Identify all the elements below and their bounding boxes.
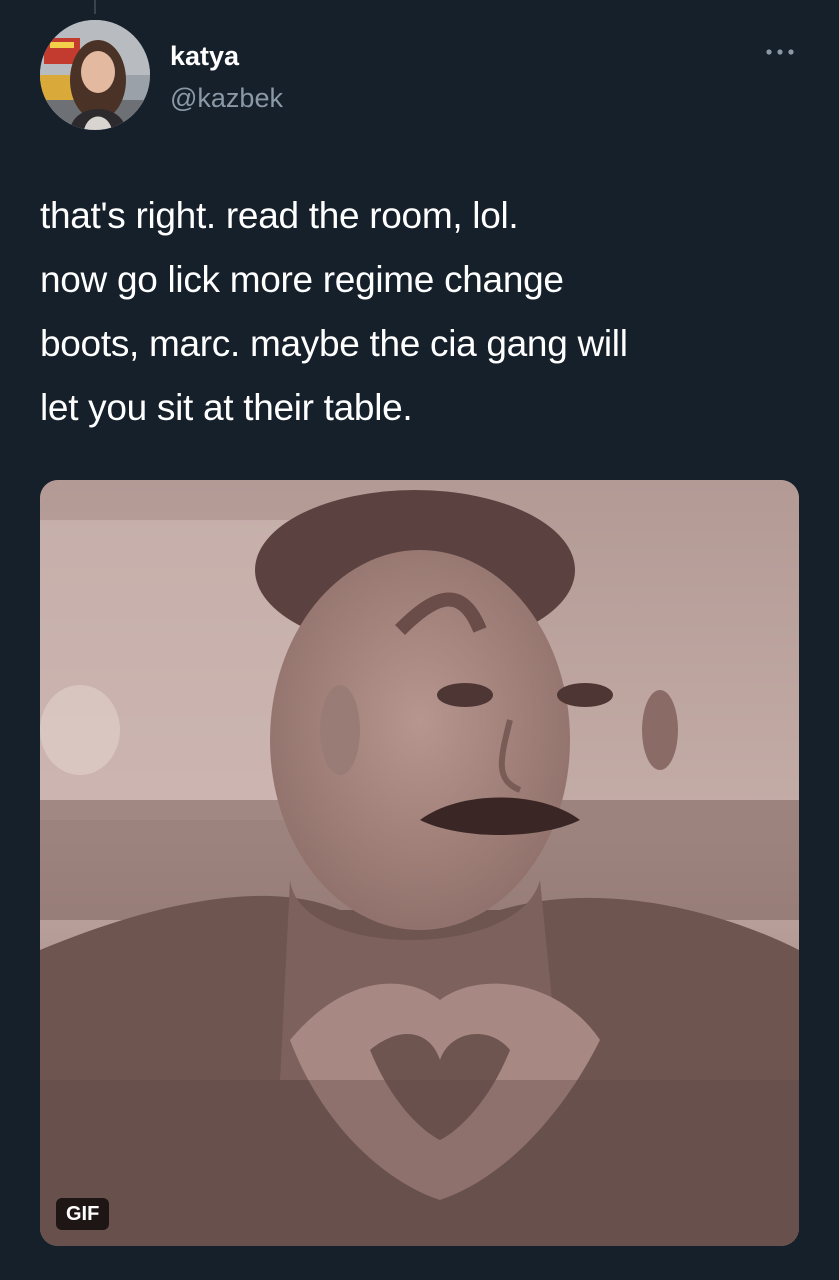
tweet-text: that's right. read the room, lol. now go… [40, 184, 810, 440]
tweet-text-line: now go lick more regime change [40, 259, 564, 300]
thread-connector-line [94, 0, 96, 14]
author-display-name[interactable]: katya [170, 40, 239, 72]
author-handle[interactable]: @kazbek [170, 82, 283, 114]
gif-badge: GIF [56, 1198, 110, 1230]
tweet-text-line: boots, marc. maybe the cia gang will [40, 323, 628, 364]
tweet-text-line: let you sit at their table. [40, 387, 413, 428]
more-options-icon[interactable] [762, 40, 798, 64]
gif-image-icon [40, 480, 799, 1246]
tweet-media-gif[interactable]: GIF [40, 480, 799, 1246]
profile-photo-icon [40, 20, 150, 130]
avatar[interactable] [40, 20, 150, 130]
tweet-text-line: that's right. read the room, lol. [40, 195, 519, 236]
